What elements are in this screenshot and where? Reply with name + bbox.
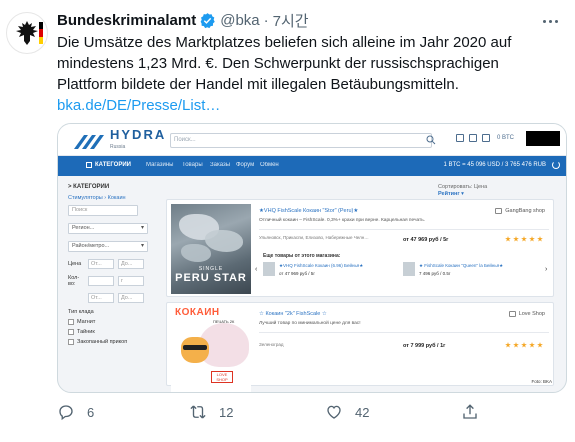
nav-item: Обмен	[260, 162, 279, 168]
tweet: Bundeskriminalamt @bka · 7시간 Die Umsätze…	[0, 0, 575, 442]
cart-icon	[456, 134, 464, 142]
region-select: Регион...	[68, 223, 148, 234]
also-label: Еще товары от этого магазина:	[263, 253, 341, 259]
photo-credit: Foto: BKA	[531, 379, 552, 384]
product-card: SINGLE PERU STAR ★VHQ FishScale Кокаин "…	[166, 199, 554, 297]
flag-stripe	[39, 22, 43, 44]
rating-stars	[505, 236, 543, 242]
reply-button[interactable]: 6	[57, 402, 94, 422]
mini-product-title: ★ FishScale Кокаин "Queen" la Бейнья★	[419, 263, 504, 268]
price-filter: Цена От... До...	[68, 259, 163, 269]
site-search-input: Поиск...	[170, 133, 432, 148]
nav-item: Заказы	[210, 162, 231, 168]
option-checkbox: Закопанный прикоп	[68, 339, 163, 345]
redaction-bar	[526, 131, 560, 146]
mini-product-image	[403, 262, 415, 276]
logo-mark-icon	[74, 135, 104, 149]
logo-text: HYDRA	[110, 127, 167, 142]
separator: ·	[263, 11, 269, 29]
handle[interactable]: @bka	[220, 12, 259, 29]
rating-stars	[505, 342, 543, 348]
mini-product-price: от 47 969 руб / 5г	[279, 271, 315, 276]
reply-icon	[59, 405, 73, 421]
nav-item: Магазины	[146, 162, 174, 168]
btc-rate: 1 BTC = 45 096 USD / 3 765 476 RUB	[443, 162, 546, 168]
product-title: ★VHQ FishScale Кокаин "Stor" (Peru)★	[259, 208, 359, 214]
sidebar-title: > КАТЕГОРИИ	[68, 184, 110, 190]
product-image: КОКАИН ПЕЧАТЬ 2К LOVE SHOP	[171, 307, 251, 392]
retweet-button[interactable]: 12	[189, 402, 233, 422]
tweet-body: Die Umsätze des Marktplatzes beliefen si…	[57, 34, 512, 93]
share-icon	[463, 404, 477, 419]
option-checkbox: Магнит	[68, 319, 163, 325]
product-location: Ульяновск, Прикаспи, Елизово, Набережные…	[259, 235, 369, 240]
refresh-icon	[552, 161, 560, 169]
sidebar-search: Поиск	[68, 205, 138, 216]
avatar[interactable]	[6, 12, 48, 54]
logo-subtitle: Russia	[110, 144, 126, 150]
mail-icon	[469, 134, 477, 142]
chevron-left-icon: ‹	[255, 266, 258, 273]
shop-name: Love Shop	[508, 311, 545, 317]
product-price: от 7 999 руб / 1г	[403, 343, 446, 349]
timestamp[interactable]: 7시간	[273, 10, 309, 31]
qty-filter: Кол-во: г	[68, 275, 163, 287]
site-nav: КАТЕГОРИИ Магазины Товары Заказы Форум О…	[58, 156, 566, 176]
nav-item: Форум	[236, 162, 255, 168]
site-header: HYDRA Russia Поиск... 0 BTC	[58, 124, 566, 156]
search-icon	[426, 135, 436, 145]
product-price: от 47 969 руб / 5г	[403, 237, 449, 243]
retweet-icon	[190, 405, 206, 419]
header-icons: 0 BTC	[456, 134, 514, 142]
retweet-count: 12	[219, 404, 234, 420]
reply-count: 6	[87, 404, 95, 420]
district-select: Район/метро...	[68, 241, 148, 252]
chevron-right-icon: ›	[545, 266, 548, 273]
shop-name: GangBang shop	[495, 208, 545, 214]
product-desc: Отличный кокаин – FishScale. 0,3%+ крахи…	[259, 218, 426, 223]
option-checkbox: Тайник	[68, 329, 163, 335]
product-card: КОКАИН ПЕЧАТЬ 2К LOVE SHOP ☆ Кокаин "2k"…	[166, 302, 554, 392]
verified-badge-icon	[200, 12, 215, 28]
qty-range: От... До...	[68, 293, 163, 303]
like-icon	[327, 405, 341, 419]
nav-item: Товары	[182, 162, 203, 168]
action-bar: 6 12 42	[57, 402, 487, 422]
filter-sidebar: > КАТЕГОРИИ Стимуляторы › Кокаин Поиск Р…	[68, 184, 163, 389]
tweet-header: Bundeskriminalamt @bka · 7시간	[57, 9, 309, 31]
btc-balance: 0 BTC	[497, 135, 515, 141]
type-label: Тип клада	[68, 309, 94, 315]
mini-product-price: 7 496 руб / 0.5г	[419, 271, 451, 276]
share-button[interactable]	[461, 402, 479, 422]
mini-product-image	[263, 262, 275, 276]
display-name[interactable]: Bundeskriminalamt	[57, 12, 196, 29]
product-desc: Лучший товар по минимальной цене для вас…	[259, 321, 361, 326]
product-title: ☆ Кокаин "2k" FishScale ☆	[259, 311, 327, 317]
hydra-logo: HYDRA Russia	[74, 127, 167, 152]
tweet-link[interactable]: bka.de/DE/Presse/List…	[57, 97, 220, 114]
product-image: SINGLE PERU STAR	[171, 204, 251, 294]
sidebar-breadcrumb: Стимуляторы › Кокаин	[68, 195, 126, 201]
eagle-icon	[16, 21, 38, 45]
product-location: Зеленоград	[259, 342, 284, 347]
mini-product-title: ★VHQ FishScale Кокаин (6.96) Бейнья★	[279, 263, 364, 268]
tweet-image[interactable]: HYDRA Russia Поиск... 0 BTC КАТЕГОРИИ Ма…	[57, 123, 567, 393]
nav-categories: КАТЕГОРИИ	[86, 162, 131, 168]
like-count: 42	[355, 404, 370, 420]
like-button[interactable]: 42	[325, 402, 369, 422]
wallet-icon	[482, 134, 490, 142]
more-icon[interactable]	[538, 12, 562, 30]
tweet-text: Die Umsätze des Marktplatzes beliefen si…	[57, 32, 557, 116]
sort-bar: Сортировать: Рейтинг ▾ Цена	[438, 184, 488, 197]
